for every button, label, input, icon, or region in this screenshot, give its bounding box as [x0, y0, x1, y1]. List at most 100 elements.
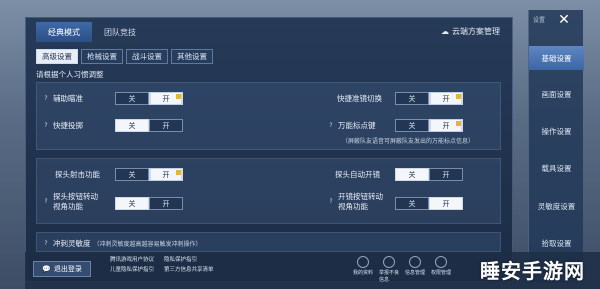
chat-icon: 💬 — [42, 265, 51, 273]
link-privacy[interactable]: 隐私保护指引 — [164, 255, 197, 265]
toggle-on[interactable]: 开 — [149, 197, 183, 210]
scope-button-view-toggle[interactable]: 关 开 — [395, 197, 463, 210]
lock-icon — [456, 121, 461, 126]
rail-graphics[interactable]: 画面设置 — [529, 82, 584, 106]
section-peek: 探头射击功能 关 开 探头自动开镜 关 开 ? 探头按钮转动视角功能 关 开 ?… — [36, 158, 501, 224]
profile-button[interactable]: 我的资料 — [353, 256, 373, 283]
info-manage-button[interactable]: 信息管理 — [405, 256, 425, 283]
toggle-on[interactable]: 开 — [429, 119, 463, 132]
universal-mark-toggle[interactable]: 关 开 — [395, 119, 463, 132]
lock-icon — [176, 170, 181, 175]
tab-classic-mode[interactable]: 经典模式 — [36, 22, 92, 42]
top-tabs: 经典模式 团队竞技 — [26, 18, 512, 46]
profile-label: 我的资料 — [353, 270, 374, 276]
toggle-on[interactable]: 开 — [429, 92, 463, 105]
quick-scope-toggle[interactable]: 关 开 — [395, 92, 463, 105]
toggle-off[interactable]: 关 — [115, 197, 149, 210]
sprint-note: （冲刺灵敏度越高越容易触发冲刺操作） — [93, 241, 202, 248]
toggle-off[interactable]: 关 — [115, 168, 149, 181]
settings-rail: 基础设置 画面设置 操作设置 载具设置 灵敏度设置 拾取设置 — [528, 10, 584, 282]
toggle-off[interactable]: 关 — [395, 168, 429, 181]
scope-button-view-label: 开镜按钮转动视角功能 — [338, 192, 383, 211]
subtab-weapon[interactable]: 枪械设置 — [81, 49, 123, 64]
cloud-icon: ☁ — [441, 27, 449, 36]
report-label: 举报不良信息 — [379, 270, 400, 283]
report-icon — [383, 256, 395, 268]
help-icon[interactable]: ? — [42, 122, 50, 130]
peek-fire-toggle[interactable]: 关 开 — [115, 168, 183, 181]
rail-controls[interactable]: 操作设置 — [529, 119, 584, 143]
row-peek-fire: 探头射击功能 — [55, 169, 100, 180]
cloud-plan-button[interactable]: ☁ 云端方案管理 — [441, 26, 500, 37]
rail-sensitivity[interactable]: 灵敏度设置 — [529, 194, 584, 218]
permission-icon — [435, 256, 447, 268]
link-child-privacy[interactable]: 儿童隐私保护指引 — [110, 265, 154, 275]
policy-links: 腾讯游戏用户协议 隐私保护指引 儿童隐私保护指引 第三方信息共享清单 — [110, 255, 214, 275]
help-icon[interactable]: ? — [42, 95, 50, 103]
subtab-advanced[interactable]: 高级设置 — [36, 49, 78, 64]
sprint-sense-label: 冲刺灵敏度 — [53, 239, 91, 248]
logout-button[interactable]: 💬 退出登录 — [33, 261, 91, 277]
report-button[interactable]: 举报不良信息 — [379, 256, 399, 283]
lock-icon — [176, 94, 181, 99]
row-peek-button-view: ? 探头按钮转动视角功能 — [42, 192, 112, 212]
footer-icons: 我的资料 举报不良信息 信息管理 权限管理 — [353, 256, 451, 283]
logout-label: 退出登录 — [53, 265, 82, 273]
mark-note: （屏蔽队友语音可屏蔽队友发出的万能标点信息） — [342, 138, 475, 145]
quick-scope-label: 快捷准镜切换 — [337, 94, 382, 103]
peek-fire-label: 探头射击功能 — [55, 170, 100, 179]
quick-throw-label: 快捷投掷 — [53, 121, 83, 130]
peek-auto-scope-label: 探头自动开镜 — [335, 170, 380, 179]
toggle-on[interactable]: 开 — [429, 197, 463, 210]
row-peek-auto-scope: 探头自动开镜 — [335, 169, 380, 180]
row-universal-mark: ? 万能标点键 — [327, 120, 376, 131]
help-icon[interactable]: ? — [327, 122, 335, 130]
cloud-label: 云端方案管理 — [452, 27, 500, 36]
link-user-agreement[interactable]: 腾讯游戏用户协议 — [110, 255, 154, 265]
permission-label: 权限管理 — [431, 270, 452, 276]
info-icon — [409, 256, 421, 268]
profile-icon — [357, 256, 369, 268]
toggle-off[interactable]: 关 — [395, 197, 429, 210]
site-watermark: 睡安手游网 — [480, 259, 585, 283]
peek-button-view-toggle[interactable]: 关 开 — [115, 197, 183, 210]
rail-vehicle[interactable]: 载具设置 — [529, 156, 584, 180]
adjust-hint: 请根据个人习惯调整 — [36, 70, 104, 79]
subtab-combat[interactable]: 战斗设置 — [126, 49, 168, 64]
aim-assist-toggle[interactable]: 关 开 — [115, 92, 183, 105]
aim-assist-label: 辅助瞄准 — [53, 94, 83, 103]
toggle-on[interactable]: 开 — [429, 168, 463, 181]
section-sprint: ? 冲刺灵敏度 （冲刺灵敏度越高越容易触发冲刺操作） — [36, 232, 501, 252]
rail-basic[interactable]: 基础设置 — [529, 46, 584, 70]
rail-mini-label: 设置 — [533, 17, 546, 24]
section-assist: ? 辅助瞄准 关 开 快捷准镜切换 关 开 ? 快捷投掷 关 开 ? 万能标点键… — [36, 82, 501, 150]
row-aim-assist: ? 辅助瞄准 — [42, 93, 83, 104]
subtab-other[interactable]: 其他设置 — [171, 49, 213, 64]
info-label: 信息管理 — [405, 270, 426, 276]
row-sprint-sense: ? 冲刺灵敏度 （冲刺灵敏度越高越容易触发冲刺操作） — [42, 238, 202, 249]
toggle-off[interactable]: 关 — [115, 92, 149, 105]
permission-button[interactable]: 权限管理 — [431, 256, 451, 283]
row-scope-button-view: ? 开镜按钮转动视角功能 — [327, 192, 392, 212]
universal-mark-label: 万能标点键 — [338, 121, 376, 130]
help-icon[interactable]: ? — [42, 240, 50, 248]
link-third-party[interactable]: 第三方信息共享清单 — [164, 265, 214, 275]
settings-panel: 经典模式 团队竞技 ☁ 云端方案管理 高级设置 枪械设置 战斗设置 其他设置 请… — [25, 17, 513, 282]
toggle-on[interactable]: 开 — [149, 92, 183, 105]
toggle-off[interactable]: 关 — [395, 92, 429, 105]
toggle-off[interactable]: 关 — [395, 119, 429, 132]
quick-throw-toggle[interactable]: 关 开 — [115, 119, 183, 132]
toggle-on[interactable]: 开 — [149, 119, 183, 132]
row-quick-scope: 快捷准镜切换 — [337, 93, 382, 104]
tab-team-mode[interactable]: 团队竞技 — [92, 22, 148, 42]
lock-icon — [456, 94, 461, 99]
toggle-off[interactable]: 关 — [115, 119, 149, 132]
peek-auto-scope-toggle[interactable]: 关 开 — [395, 168, 463, 181]
close-icon[interactable]: ✕ — [555, 12, 573, 30]
sub-tabs: 高级设置 枪械设置 战斗设置 其他设置 — [36, 49, 213, 64]
help-icon[interactable]: ? — [42, 198, 50, 206]
toggle-on[interactable]: 开 — [149, 168, 183, 181]
help-icon[interactable]: ? — [327, 198, 335, 206]
peek-button-view-label: 探头按钮转动视角功能 — [53, 192, 98, 211]
row-quick-throw: ? 快捷投掷 — [42, 120, 83, 131]
